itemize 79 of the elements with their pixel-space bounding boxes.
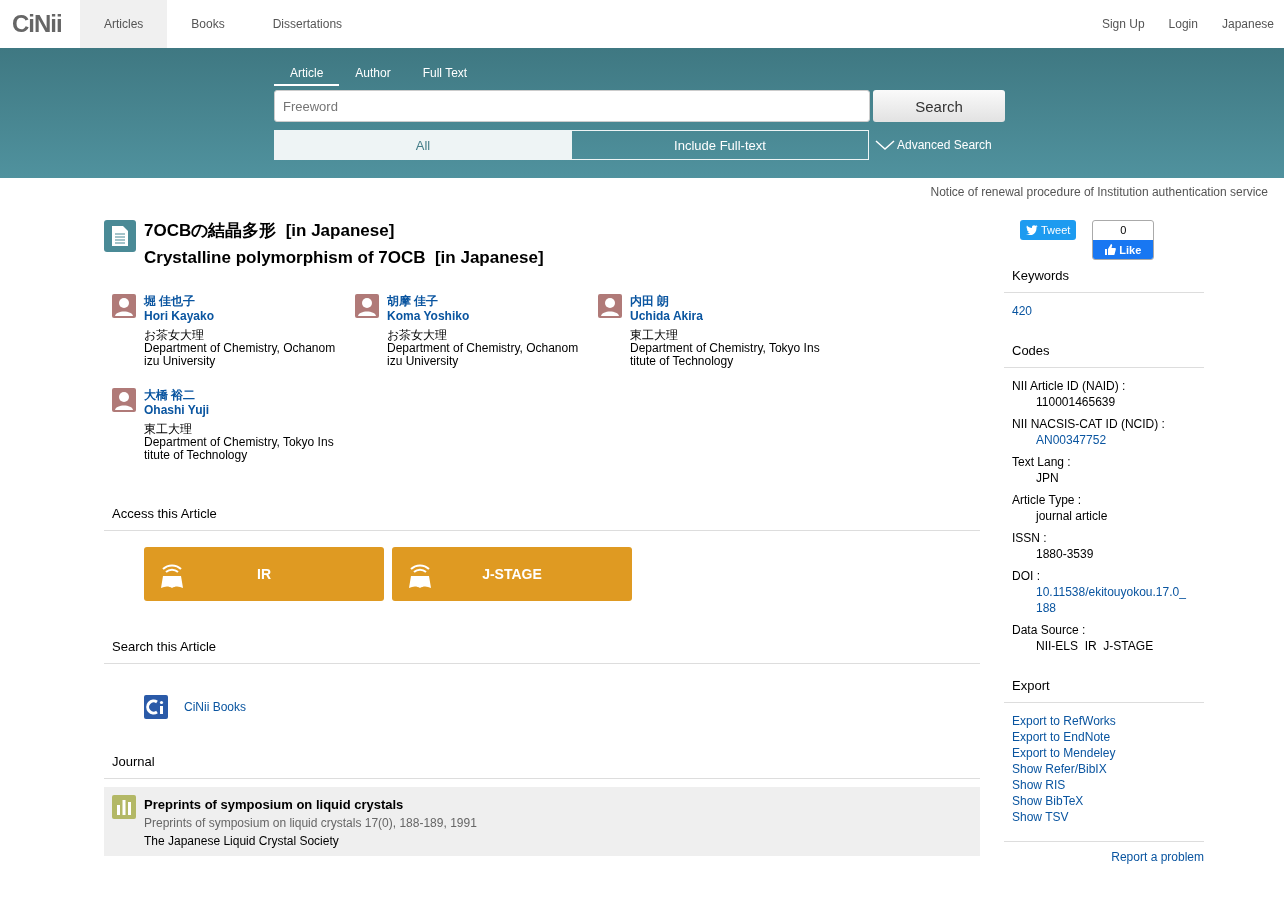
- scope-toggle[interactable]: Include Full-text: [571, 130, 869, 160]
- section-heading: Keywords: [1004, 268, 1204, 293]
- avatar-icon: [112, 294, 136, 318]
- cinii-books-link[interactable]: CiNii Books: [184, 700, 246, 714]
- code-value: NII-ELS IR J-STAGE: [1035, 638, 1155, 654]
- affiliation: Department of Chemistry, Tokyo Institute of Technology: [144, 436, 335, 462]
- search-tab[interactable]: Full Text: [406, 62, 484, 86]
- nav-link[interactable]: Sign Up: [1087, 0, 1155, 48]
- thumbs-up-icon: [1105, 244, 1117, 255]
- section-heading: Codes: [1004, 343, 1204, 368]
- bar-chart-icon: [112, 795, 136, 819]
- code-label: Data Source :: [1012, 622, 1087, 638]
- export-link[interactable]: Show TSV: [1012, 809, 1196, 825]
- export-link[interactable]: Export to RefWorks: [1012, 713, 1196, 729]
- export-link[interactable]: Show RIS: [1012, 777, 1196, 793]
- scope-toggle[interactable]: All: [274, 130, 572, 160]
- nav-tab[interactable]: Dissertations: [248, 0, 367, 48]
- code-label: Article Type :: [1012, 492, 1083, 508]
- export-link[interactable]: Show Refer/BibIX: [1012, 761, 1196, 777]
- code-value: JPN: [1035, 470, 1060, 486]
- article-title: Crystalline polymorphism of 7OCB [in Japanese]: [144, 247, 544, 268]
- author-name[interactable]: Uchida Akira: [630, 309, 822, 324]
- keyword-link[interactable]: 420: [1012, 303, 1196, 319]
- author-name[interactable]: 内田 朗: [630, 294, 822, 309]
- author-name[interactable]: 大橋 裕二: [144, 388, 336, 403]
- affiliation: Department of Chemistry, Ochanomizu University: [387, 342, 579, 368]
- nav-tab[interactable]: Articles: [80, 0, 168, 48]
- code-label: NII Article ID (NAID) :: [1012, 378, 1127, 394]
- author-name[interactable]: Hori Kayako: [144, 309, 336, 324]
- document-icon: [104, 220, 136, 252]
- author-name[interactable]: 胡摩 佳子: [387, 294, 579, 309]
- export-link[interactable]: Export to Mendeley: [1012, 745, 1196, 761]
- affiliation: Department of Chemistry, Ochanomizu University: [144, 342, 336, 368]
- notice-link[interactable]: Notice of renewal procedure of Institution authentication service: [0, 178, 1284, 208]
- ci-logo-icon: [144, 695, 168, 719]
- section-heading: Export: [1004, 678, 1204, 703]
- like-button[interactable]: Like: [1093, 240, 1154, 259]
- logo[interactable]: CiNii: [0, 0, 80, 48]
- export-link[interactable]: Show BibTeX: [1012, 793, 1196, 809]
- code-value: 110001465639: [1035, 394, 1117, 410]
- journal-publisher: The Japanese Liquid Crystal Society: [144, 834, 340, 848]
- author-name[interactable]: 堀 佳也子: [144, 294, 336, 309]
- section-heading: Search this Article: [104, 639, 980, 664]
- bird-icon: [1026, 225, 1038, 235]
- search-input[interactable]: Freeword: [274, 90, 870, 122]
- affiliation: 東工大理: [144, 422, 193, 436]
- avatar-icon: [355, 294, 379, 318]
- journal-citation: Preprints of symposium on liquid crystals 17(0), 188-189, 1991: [144, 816, 477, 830]
- code-label: DOI :: [1012, 568, 1041, 584]
- affiliation: お茶女大理: [144, 328, 205, 342]
- code-label: NII NACSIS-CAT ID (NCID) :: [1012, 416, 1166, 432]
- avatar-icon: [598, 294, 622, 318]
- affiliation: Department of Chemistry, Tokyo Institute of Technology: [630, 342, 821, 368]
- like-count: 0: [1119, 223, 1128, 238]
- export-link[interactable]: Export to EndNote: [1012, 729, 1196, 745]
- code-value: journal article: [1034, 508, 1109, 524]
- nav-tab[interactable]: Books: [167, 0, 249, 48]
- code-link[interactable]: 10.11538/ekitouyokou.17.0_188: [1036, 584, 1188, 616]
- nav-link[interactable]: Login: [1154, 0, 1208, 48]
- author-name[interactable]: Ohashi Yuji: [144, 403, 336, 418]
- search-tab[interactable]: Article: [274, 62, 340, 86]
- affiliation: お茶女大理: [387, 328, 448, 342]
- code-label: Text Lang :: [1012, 454, 1072, 470]
- search-button[interactable]: Search: [873, 90, 1005, 122]
- author-name[interactable]: Koma Yoshiko: [387, 309, 579, 324]
- search-tab[interactable]: Author: [339, 62, 407, 86]
- chevron-down-icon: [875, 139, 895, 151]
- advanced-search-link[interactable]: Advanced Search: [897, 138, 992, 152]
- code-link[interactable]: AN00347752: [1036, 432, 1188, 448]
- article-title: 7OCBの結晶多形 [in Japanese]: [144, 220, 396, 241]
- code-label: ISSN :: [1012, 530, 1048, 546]
- avatar-icon: [112, 388, 136, 412]
- nav-link[interactable]: Japanese: [1207, 0, 1284, 48]
- section-heading: Access this Article: [104, 506, 980, 531]
- affiliation: 東工大理: [630, 328, 679, 342]
- journal-title: Preprints of symposium on liquid crystals: [144, 797, 405, 812]
- report-link[interactable]: Report a problem: [1004, 841, 1204, 864]
- section-heading: Journal: [104, 754, 980, 779]
- code-value: 1880-3539: [1035, 546, 1095, 562]
